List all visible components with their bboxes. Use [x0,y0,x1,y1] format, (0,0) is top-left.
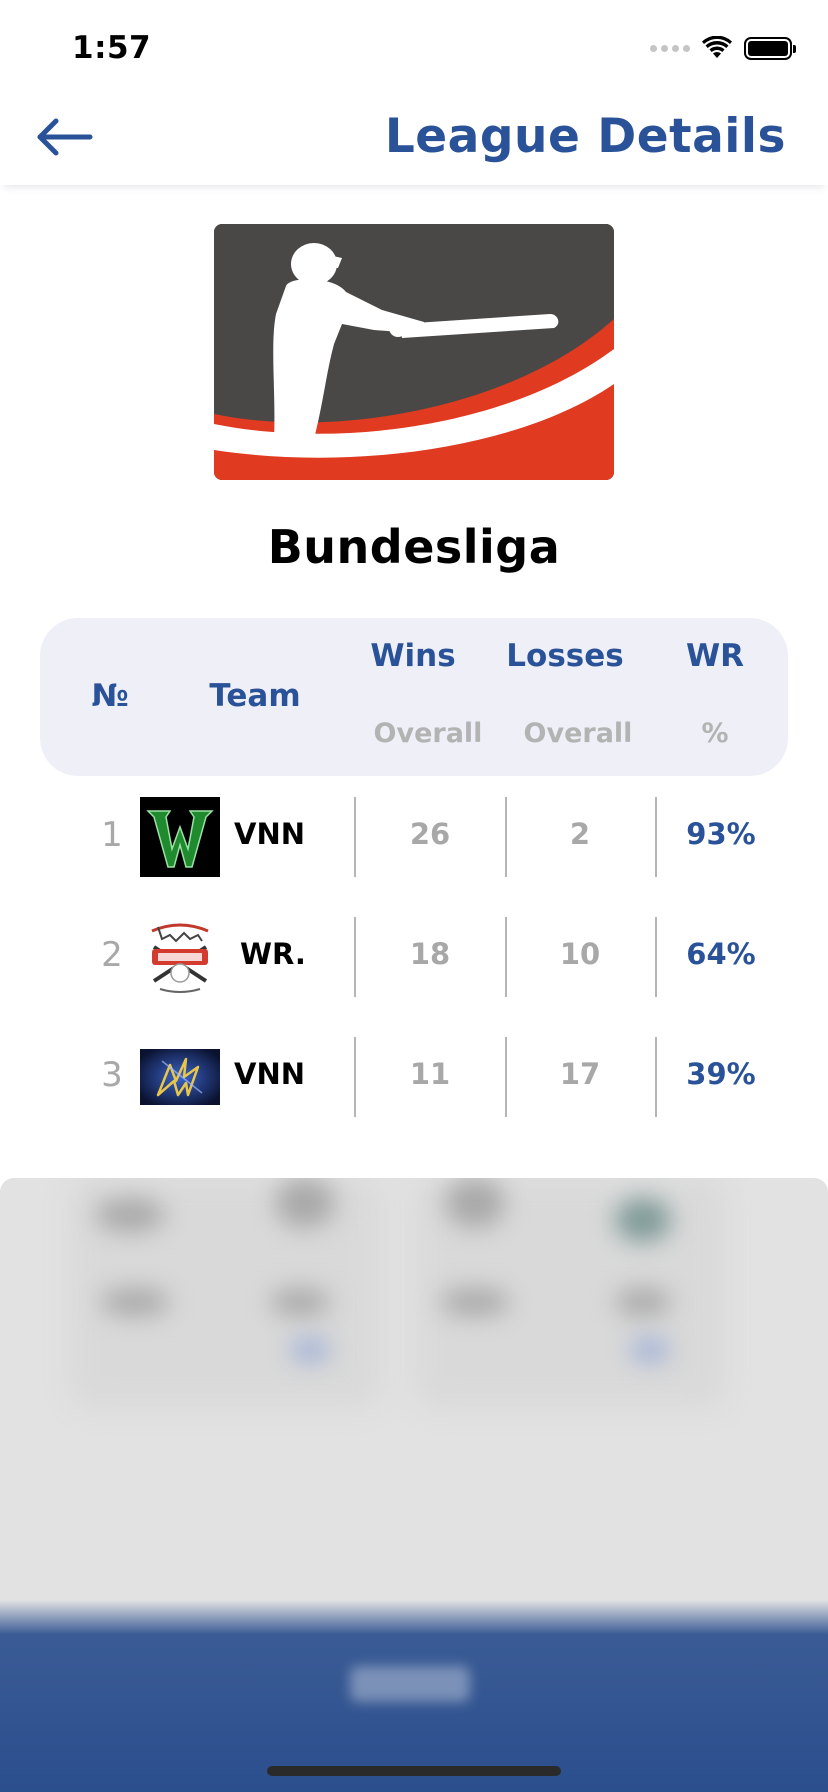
blurred-tab-bar [0,1600,828,1792]
column-divider [505,1037,507,1117]
row-wins: 18 [409,937,451,971]
blurred-shape [275,1178,335,1228]
blurred-shape [95,1198,165,1232]
blurred-shape [100,1288,170,1316]
row-rank: 2 [101,935,123,975]
blurred-tab [160,1666,240,1696]
column-divider [354,917,356,997]
row-wins: 26 [409,817,451,851]
column-divider [655,1037,657,1117]
column-header-losses: Losses [506,638,624,674]
blurred-shape [290,1338,330,1362]
row-losses: 2 [569,817,591,851]
nav-bar: League Details [0,95,828,185]
back-arrow-icon [37,118,93,156]
team-logo [140,917,220,997]
row-wins: 11 [409,1057,451,1091]
row-win-rate: 93% [686,817,756,851]
team-name: VNN [234,1057,305,1091]
league-logo [214,224,614,480]
status-icons [650,36,796,60]
table-row[interactable]: 2 WR. 18 10 64% [0,917,828,997]
wifi-icon [702,36,732,58]
column-header-wr: WR [685,638,745,674]
blurred-shape [615,1198,671,1242]
team-name: VNN [234,817,305,851]
column-subheader-wr: % [701,718,729,749]
row-losses: 10 [559,937,601,971]
row-rank: 3 [101,1055,123,1095]
page-title: League Details [384,109,786,164]
row-losses: 17 [559,1057,601,1091]
team-logo [140,797,220,877]
table-row[interactable]: 1 VNN 26 2 93% [0,797,828,877]
blurred-shape [445,1178,505,1228]
column-divider [655,917,657,997]
column-divider [354,797,356,877]
column-subheader-wins: Overall [373,718,483,749]
league-name: Bundesliga [267,520,561,574]
status-bar: 1:57 [0,0,828,95]
column-header-wins: Wins [370,638,456,674]
blurred-shape [630,1338,670,1362]
team-logo [140,1037,220,1117]
column-divider [505,917,507,997]
home-indicator[interactable] [267,1766,561,1776]
column-header-rank: № [91,678,129,714]
column-subheader-losses: Overall [523,718,633,749]
column-header-team: Team [209,678,301,714]
column-divider [505,797,507,877]
status-time: 1:57 [72,30,152,66]
battery-icon [744,36,796,60]
team-name: WR. [240,937,306,971]
blurred-tab [350,1666,470,1702]
column-divider [655,797,657,877]
row-win-rate: 39% [686,1057,756,1091]
back-button[interactable] [36,113,96,163]
cellular-signal-icon [650,44,690,52]
table-row[interactable]: 3 VNN 11 17 39% [0,1037,828,1117]
column-divider [354,1037,356,1117]
row-rank: 1 [101,815,123,855]
row-win-rate: 64% [686,937,756,971]
standings-table-header: № Team Wins Overall Losses Overall WR % [40,618,788,776]
blurred-shape [270,1288,330,1316]
blurred-tab [550,1666,710,1696]
blurred-shape [615,1288,671,1316]
blurred-shape [440,1288,510,1316]
